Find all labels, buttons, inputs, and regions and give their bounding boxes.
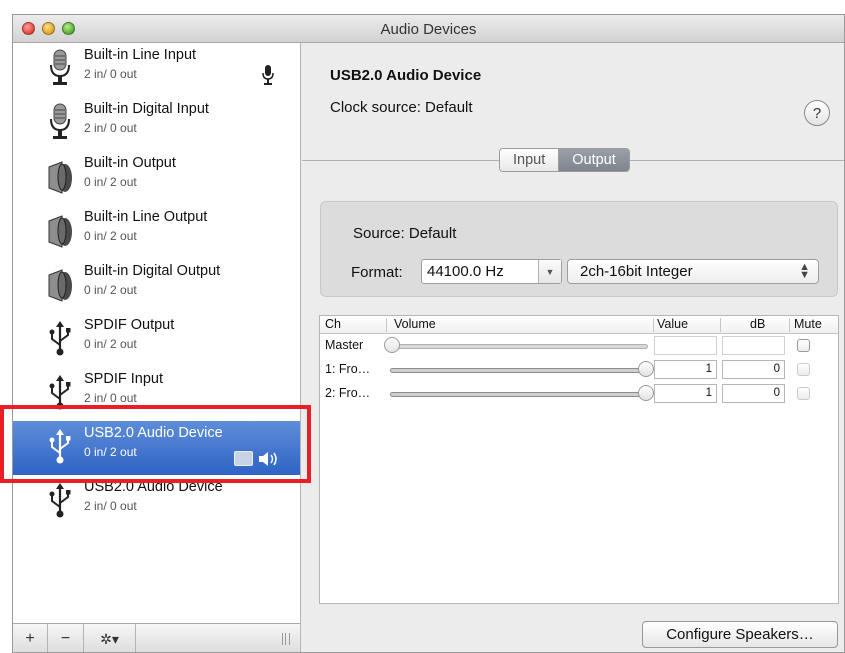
usb-icon <box>49 375 71 410</box>
microphone-icon <box>50 103 70 139</box>
format-label: Format: <box>351 264 403 281</box>
device-name: SPDIF Output <box>84 317 175 333</box>
updown-arrows-icon: ▲ ▼ <box>799 261 810 281</box>
table-row-channel-1: 1: Fro… 1 0 <box>320 358 838 382</box>
sample-rate-combobox[interactable]: 44100.0 Hz ▼ <box>421 259 562 284</box>
bit-format-value: 2ch-16bit Integer <box>580 263 693 280</box>
input-output-segmented-control[interactable]: Input Output <box>499 148 630 172</box>
device-io: 2 in/ 0 out <box>84 391 137 405</box>
volume-slider-knob[interactable] <box>384 337 400 353</box>
column-header-ch[interactable]: Ch <box>325 317 341 331</box>
resize-grip-icon[interactable] <box>282 633 290 645</box>
speaker-icon <box>48 161 72 194</box>
configure-speakers-button[interactable]: Configure Speakers… <box>642 621 838 648</box>
device-item-spdif-output[interactable]: SPDIF Output 0 in/ 2 out <box>13 313 300 367</box>
device-io: 2 in/ 0 out <box>84 499 137 513</box>
mute-checkbox[interactable] <box>797 387 810 400</box>
volume-slider-track[interactable] <box>390 392 648 397</box>
device-item-built-in-digital-output[interactable]: Built-in Digital Output 0 in/ 2 out <box>13 259 300 313</box>
value-field[interactable] <box>654 336 717 355</box>
device-io: 0 in/ 2 out <box>84 175 137 189</box>
volume-slider-knob[interactable] <box>638 385 654 401</box>
volume-slider-knob[interactable] <box>638 361 654 377</box>
device-item-built-in-output[interactable]: Built-in Output 0 in/ 2 out <box>13 151 300 205</box>
device-title: USB2.0 Audio Device <box>330 67 482 84</box>
value-field[interactable]: 1 <box>654 360 717 379</box>
device-name: USB2.0 Audio Device <box>84 425 223 441</box>
device-list[interactable]: Built-in Line Input 2 in/ 0 out Built-in… <box>13 43 301 623</box>
mute-checkbox[interactable] <box>797 363 810 376</box>
db-field[interactable]: 0 <box>722 384 785 403</box>
gear-menu-button[interactable]: ✲▾ <box>84 624 136 652</box>
volume-slider-track[interactable] <box>390 368 648 373</box>
device-name: Built-in Digital Input <box>84 101 209 117</box>
device-io: 2 in/ 0 out <box>84 67 137 81</box>
audio-devices-window: Audio Devices Built-in Line Input 2 in/ … <box>12 14 845 653</box>
column-header-value[interactable]: Value <box>657 317 688 331</box>
window-title: Audio Devices <box>380 21 477 38</box>
tab-input[interactable]: Input <box>500 149 560 171</box>
column-separator <box>386 318 387 332</box>
device-detail-panel: USB2.0 Audio Device Clock source: Defaul… <box>302 43 844 652</box>
add-device-button[interactable]: + <box>13 624 48 652</box>
speaker-icon <box>48 215 72 248</box>
table-row-master: Master <box>320 334 838 358</box>
device-name: Built-in Line Input <box>84 47 197 63</box>
device-list-toolbar: + − ✲▾ <box>13 623 301 652</box>
device-name: Built-in Digital Output <box>84 263 221 279</box>
value-field[interactable]: 1 <box>654 384 717 403</box>
help-button[interactable]: ? <box>804 100 830 126</box>
source-label: Source: Default <box>353 225 457 242</box>
device-name: USB2.0 Audio Device <box>84 479 223 495</box>
channel-label: Master <box>325 338 364 352</box>
table-header: Ch Volume Value dB Mute <box>320 316 838 334</box>
sample-rate-value[interactable]: 44100.0 Hz <box>422 260 538 283</box>
device-name: Built-in Output <box>84 155 176 171</box>
bit-format-popup[interactable]: 2ch-16bit Integer ▲ ▼ <box>567 259 819 284</box>
tab-output[interactable]: Output <box>559 149 629 171</box>
db-field[interactable]: 0 <box>722 360 785 379</box>
channel-label: 1: Fro… <box>325 362 371 376</box>
channel-label: 2: Fro… <box>325 386 371 400</box>
format-group: Source: Default Format: 44100.0 Hz ▼ 2ch… <box>320 201 838 297</box>
volume-slider-track[interactable] <box>390 344 648 349</box>
device-item-built-in-line-input[interactable]: Built-in Line Input 2 in/ 0 out <box>13 43 300 97</box>
mute-checkbox[interactable] <box>797 339 810 352</box>
microphone-indicator-icon <box>262 65 274 85</box>
column-header-volume[interactable]: Volume <box>394 317 436 331</box>
usb-icon <box>49 483 71 518</box>
clock-source-label: Clock source: Default <box>330 99 473 116</box>
column-separator <box>653 318 654 332</box>
device-name: SPDIF Input <box>84 371 163 387</box>
device-item-spdif-input[interactable]: SPDIF Input 2 in/ 0 out <box>13 367 300 421</box>
db-field[interactable] <box>722 336 785 355</box>
speaker-icon <box>48 269 72 302</box>
finder-icon <box>234 451 253 466</box>
device-io: 0 in/ 2 out <box>84 283 137 297</box>
device-name: Built-in Line Output <box>84 209 208 225</box>
usb-icon <box>49 429 71 464</box>
remove-device-button[interactable]: − <box>48 624 84 652</box>
device-io: 0 in/ 2 out <box>84 229 137 243</box>
microphone-icon <box>50 49 70 85</box>
column-header-db[interactable]: dB <box>750 317 765 331</box>
device-item-usb2-audio-device-input[interactable]: USB2.0 Audio Device 2 in/ 0 out <box>13 475 300 529</box>
device-item-usb2-audio-device-output[interactable]: USB2.0 Audio Device 0 in/ 2 out <box>13 421 300 475</box>
table-row-channel-2: 2: Fro… 1 0 <box>320 382 838 406</box>
device-io: 2 in/ 0 out <box>84 121 137 135</box>
device-item-built-in-digital-input[interactable]: Built-in Digital Input 2 in/ 0 out <box>13 97 300 151</box>
channel-volume-table: Ch Volume Value dB Mute Master 1: Fro… 1… <box>319 315 839 604</box>
title-bar: Audio Devices <box>13 15 844 43</box>
column-header-mute[interactable]: Mute <box>794 317 822 331</box>
column-separator <box>789 318 790 332</box>
column-separator <box>720 318 721 332</box>
device-item-built-in-line-output[interactable]: Built-in Line Output 0 in/ 2 out <box>13 205 300 259</box>
chevron-down-icon[interactable]: ▼ <box>538 260 561 283</box>
speaker-output-icon <box>259 452 277 466</box>
device-io: 0 in/ 2 out <box>84 445 137 459</box>
usb-icon <box>49 321 71 356</box>
device-io: 0 in/ 2 out <box>84 337 137 351</box>
